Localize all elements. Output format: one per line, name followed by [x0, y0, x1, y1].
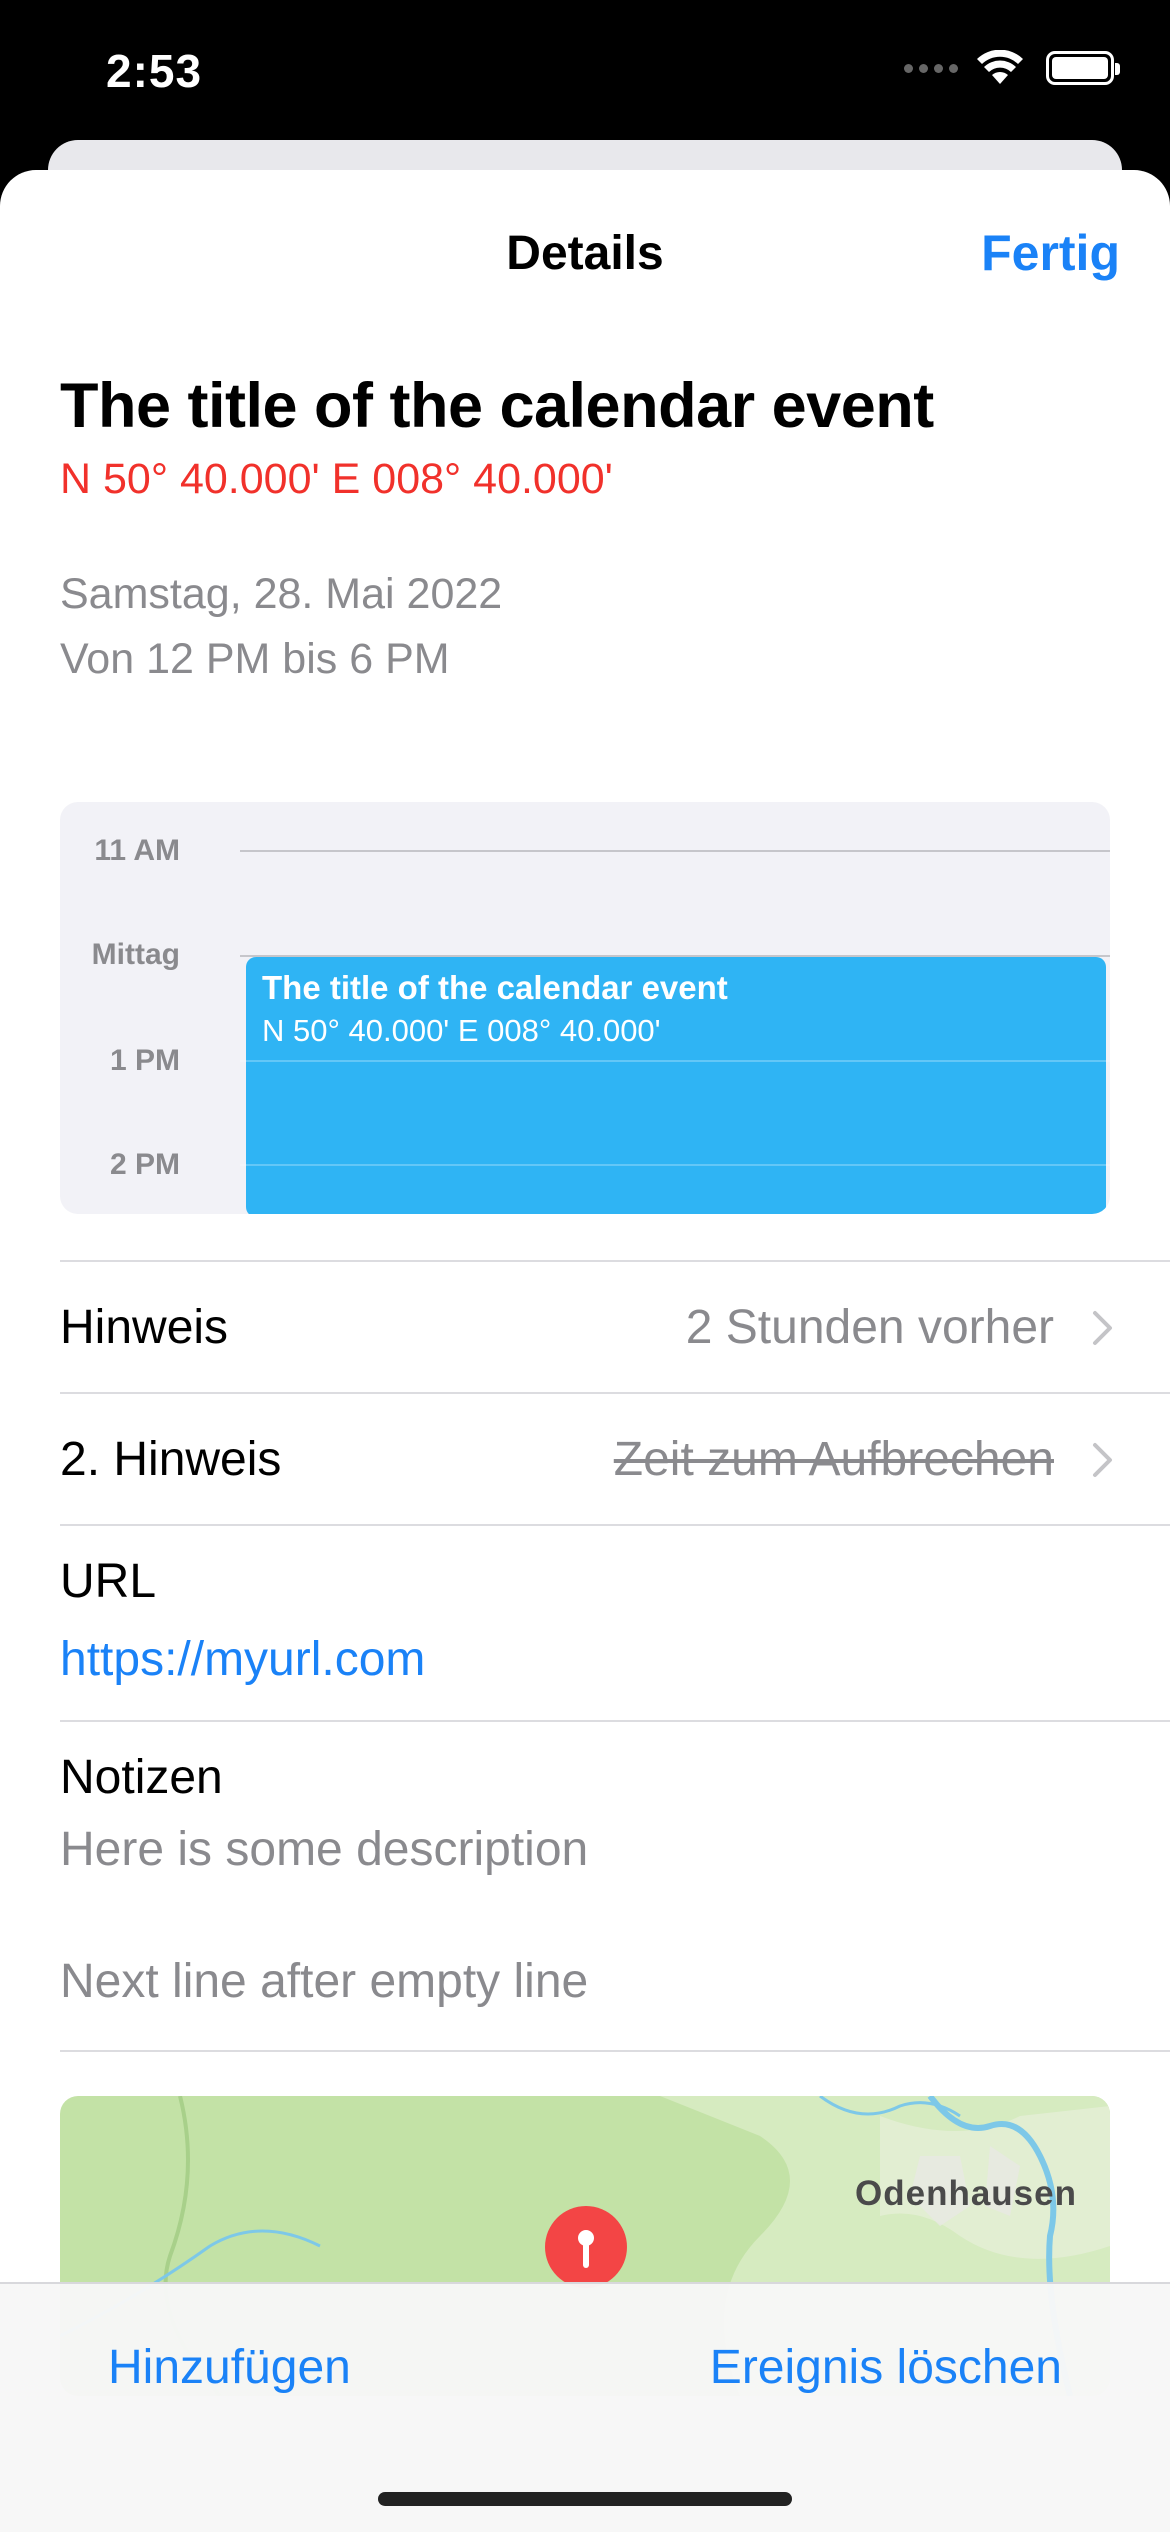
status-icons [904, 50, 1120, 86]
map-pin-icon[interactable] [545, 2206, 627, 2288]
notes-text: Here is some description [60, 1823, 589, 1876]
day-view-preview[interactable]: 11 AM Mittag 1 PM 2 PM The title of the … [60, 802, 1110, 1214]
event-location[interactable]: N 50° 40.000' E 008° 40.000' [60, 455, 613, 504]
status-bar: 2:53 [0, 0, 1170, 150]
delete-event-button[interactable]: Ereignis löschen [710, 2340, 1062, 2395]
hour-label: 11 AM [94, 834, 180, 867]
hour-label: 2 PM [109, 1148, 180, 1181]
bottom-toolbar: Hinzufügen Ereignis löschen [0, 2282, 1170, 2532]
event-title: The title of the calendar event [60, 371, 934, 441]
hour-label: Mittag [91, 938, 180, 971]
url-link[interactable]: https://myurl.com [60, 1632, 425, 1687]
url-label: URL [60, 1555, 157, 1608]
event-block-location: N 50° 40.000' E 008° 40.000' [262, 1013, 661, 1048]
chevron-right-icon [1093, 1443, 1112, 1477]
event-time-range: Von 12 PM bis 6 PM [60, 635, 450, 683]
calendar-event-block[interactable]: The title of the calendar event N 50° 40… [246, 957, 1106, 1214]
map-town-label: Odenhausen [855, 2174, 1077, 2213]
hour-line [240, 1060, 1110, 1062]
hour-line [240, 1164, 1110, 1166]
wifi-icon [977, 50, 1023, 84]
alert-label: Hinweis [60, 1301, 229, 1354]
alert-row[interactable]: Hinweis 2 Stunden vorher [60, 1260, 1170, 1392]
notes-label: Notizen [60, 1751, 223, 1804]
second-alert-value: Zeit zum Aufbrechen [613, 1433, 1054, 1486]
home-indicator[interactable] [378, 2492, 792, 2506]
event-details-sheet: Details Fertig The title of the calendar… [0, 170, 1170, 2532]
divider [60, 2050, 1170, 2052]
done-button[interactable]: Fertig [981, 224, 1120, 282]
battery-icon [1046, 51, 1120, 85]
cellular-signal-icon [904, 63, 958, 73]
second-alert-label: 2. Hinweis [60, 1433, 282, 1486]
event-date: Samstag, 28. Mai 2022 [60, 570, 503, 618]
event-block-title: The title of the calendar event [262, 969, 728, 1006]
alert-value: 2 Stunden vorher [685, 1301, 1054, 1354]
notes-row: Notizen Here is some description Next li… [60, 1720, 1170, 2050]
url-row: URL https://myurl.com [60, 1524, 1170, 1720]
add-button[interactable]: Hinzufügen [108, 2340, 351, 2395]
chevron-right-icon [1093, 1311, 1112, 1345]
notes-text: Next line after empty line [60, 1955, 589, 2008]
second-alert-row[interactable]: 2. Hinweis Zeit zum Aufbrechen [60, 1392, 1170, 1524]
hour-line [240, 850, 1110, 852]
status-time: 2:53 [106, 45, 203, 97]
hour-label: 1 PM [109, 1044, 180, 1077]
